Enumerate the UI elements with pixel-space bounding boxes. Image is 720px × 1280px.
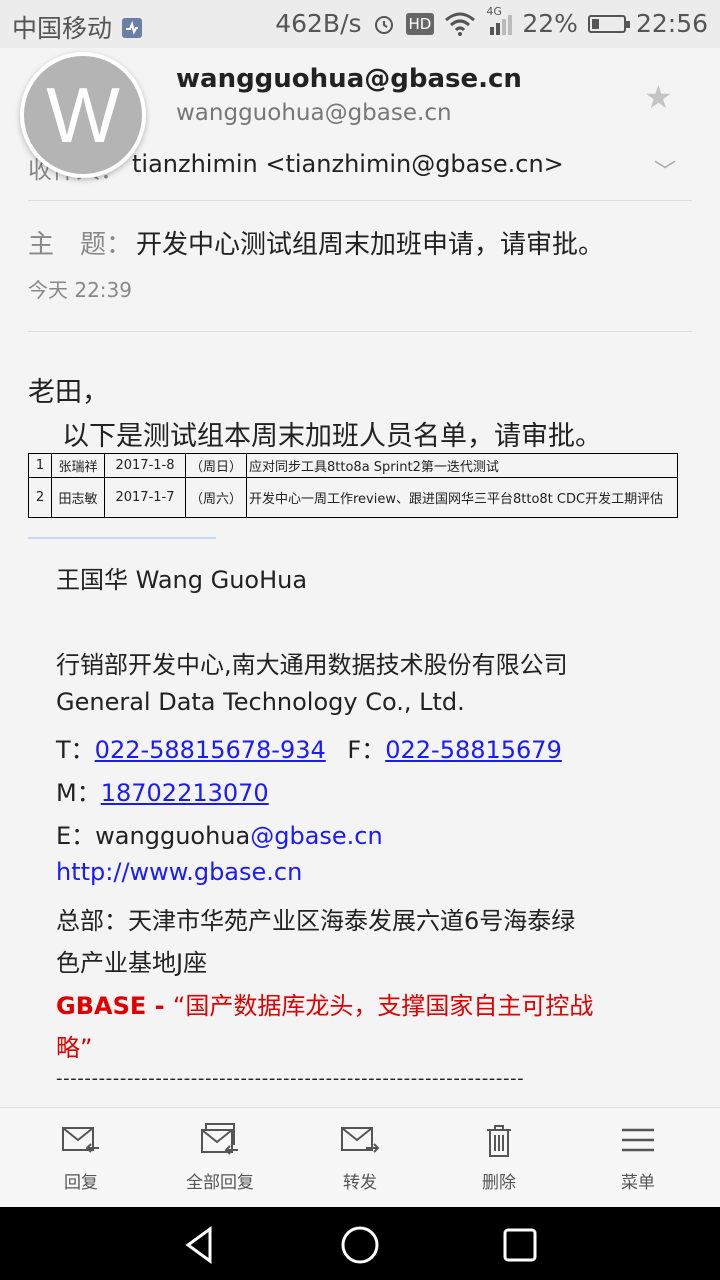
health-icon <box>121 18 142 38</box>
table-row: 1 张瑞祥 2017-1-8 （周日） 应对同步工具8tto8a Sprint2… <box>28 453 678 478</box>
back-icon[interactable] <box>180 1225 220 1265</box>
signature-divider <box>28 537 216 539</box>
tel-label: T： <box>56 736 95 764</box>
hd-badge: HD <box>405 12 435 35</box>
slogan-brand: GBASE - <box>56 992 173 1020</box>
fax-label: F： <box>347 736 386 764</box>
avatar[interactable]: W <box>20 52 146 178</box>
battery-percent: 22% <box>522 9 578 38</box>
menu-button[interactable]: 菜单 <box>588 1122 688 1193</box>
reply-icon <box>62 1127 99 1153</box>
overtime-table: 1 张瑞祥 2017-1-8 （周日） 应对同步工具8tto8a Sprint2… <box>28 453 678 518</box>
greeting: 老田， <box>28 377 109 408</box>
forward-button[interactable]: 转发 <box>310 1122 410 1193</box>
email-label: E： <box>56 822 96 850</box>
sender-name[interactable]: wangguohua@gbase.cn <box>176 64 522 94</box>
wifi-icon <box>445 12 476 36</box>
signature-name: 王国华 Wang GuoHua <box>56 566 308 594</box>
divider <box>28 331 692 332</box>
recents-icon[interactable] <box>500 1225 540 1265</box>
tel-link[interactable]: 022-58815678-934 <box>95 736 326 764</box>
reply-all-icon <box>201 1123 238 1155</box>
signature-dept: 行销部开发中心,南大通用数据技术股份有限公司 <box>56 651 568 679</box>
signature-mobile: M：18702213070 <box>56 773 269 808</box>
email-domain-link[interactable]: @gbase.cn <box>250 822 382 850</box>
intro-text: 以下是测试组本周末加班人员名单，请审批。 <box>62 421 602 452</box>
slogan-line1: GBASE - “国产数据库龙头，支撑国家自主可控战 <box>56 986 593 1021</box>
status-bar: 中国移动 462B/s HD 4G 22% 22:56 <box>0 0 720 48</box>
sender-email: wangguohua@gbase.cn <box>176 100 452 126</box>
action-toolbar: 回复 全部回复 转发 删除 菜单 <box>0 1107 720 1208</box>
table-cell: 2 <box>28 477 52 518</box>
received-time: 今天 22:39 <box>28 278 132 302</box>
mobile-link[interactable]: 18702213070 <box>101 779 269 807</box>
signature-email: E：wangguohua@gbase.cn <box>56 816 383 851</box>
table-cell: 2017-1-8 <box>104 453 186 478</box>
delete-button[interactable]: 删除 <box>449 1122 549 1193</box>
reply-button[interactable]: 回复 <box>31 1122 131 1193</box>
table-cell: （周日） <box>185 453 247 478</box>
slogan-line2: 略” <box>56 1034 93 1062</box>
trash-icon <box>487 1125 511 1157</box>
table-cell: （周六） <box>185 477 247 518</box>
forward-icon <box>341 1127 380 1153</box>
separator-line: ----------------------------------------… <box>56 1068 525 1089</box>
signal-icon: 4G <box>486 5 513 37</box>
signature-company: General Data Technology Co., Ltd. <box>56 688 465 716</box>
battery-fill <box>591 18 599 29</box>
forward-label: 转发 <box>343 1173 377 1193</box>
table-row: 2 田志敏 2017-1-7 （周六） 开发中心一周工作review、跟进国网华… <box>28 477 678 518</box>
fax-link[interactable]: 022-58815679 <box>385 736 562 764</box>
carrier-label: 中国移动 <box>12 9 144 45</box>
chevron-down-icon[interactable]: ﹀ <box>654 154 676 186</box>
email-user[interactable]: wangguohua <box>95 822 250 850</box>
clock: 22:56 <box>635 9 708 38</box>
website-link[interactable]: http://www.gbase.cn <box>56 858 302 886</box>
home-icon[interactable] <box>340 1225 380 1265</box>
table-cell: 应对同步工具8tto8a Sprint2第一迭代测试 <box>246 453 678 478</box>
menu-icon <box>622 1128 654 1152</box>
system-nav-bar <box>0 1207 720 1280</box>
hq-address-line1: 总部：天津市华苑产业区海泰发展六道6号海泰绿 <box>56 907 576 935</box>
subject-value: 开发中心测试组周末加班申请，请审批。 <box>136 230 605 260</box>
reply-all-label: 全部回复 <box>186 1173 254 1193</box>
slogan-text: “国产数据库龙头，支撑国家自主可控战 <box>172 992 594 1020</box>
mobile-label: M： <box>56 779 101 807</box>
network-speed: 462B/s <box>275 9 362 38</box>
table-cell: 开发中心一周工作review、跟进国网华三平台8tto8t CDC开发工期评估 <box>246 477 678 518</box>
recipients-value: tianzhimin <tianzhimin@gbase.cn> <box>132 150 564 178</box>
subject-row: 主 题： 开发中心测试组周末加班申请，请审批。 <box>28 224 604 261</box>
table-cell: 1 <box>28 453 52 478</box>
menu-label: 菜单 <box>621 1173 655 1193</box>
alarm-icon <box>374 15 393 34</box>
hq-address-line2: 色产业基地J座 <box>56 949 208 977</box>
battery-icon <box>587 14 630 33</box>
reply-all-button[interactable]: 全部回复 <box>170 1122 270 1193</box>
delete-label: 删除 <box>482 1173 516 1193</box>
subject-label: 主 题： <box>28 230 133 260</box>
table-cell: 田志敏 <box>51 477 105 518</box>
table-cell: 2017-1-7 <box>104 477 186 518</box>
status-icons: 462B/s HD 4G 22% 22:56 <box>275 5 708 39</box>
star-icon[interactable]: ★ <box>644 78 673 116</box>
signature-phones: T：022-58815678-934 F：022-58815679 <box>56 730 562 765</box>
table-cell: 张瑞祥 <box>51 453 105 478</box>
reply-label: 回复 <box>64 1173 98 1193</box>
